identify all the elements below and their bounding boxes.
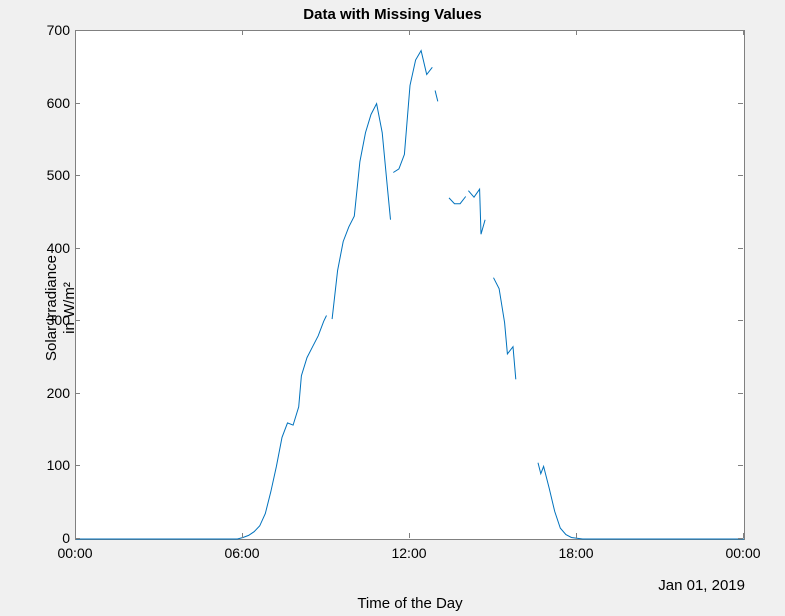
y-tick-label: 200 bbox=[20, 385, 70, 401]
x-tick-label: 06:00 bbox=[224, 545, 259, 561]
y-tick-label: 700 bbox=[20, 22, 70, 38]
x-tick-label: 12:00 bbox=[391, 545, 426, 561]
date-annotation: Jan 01, 2019 bbox=[658, 577, 745, 594]
chart-container: Data with Missing Values 010020030040050… bbox=[0, 0, 785, 616]
y-tick-label: 0 bbox=[20, 530, 70, 546]
y-tick-label: 100 bbox=[20, 457, 70, 473]
x-tick-label: 00:00 bbox=[57, 545, 92, 561]
x-tick-label: 00:00 bbox=[725, 545, 760, 561]
y-tick-label: 500 bbox=[20, 167, 70, 183]
x-tick-label: 18:00 bbox=[558, 545, 593, 561]
line-series bbox=[76, 31, 744, 539]
y-axis-label: Solar Irradiance in W/m² bbox=[43, 255, 79, 361]
y-tick-label: 600 bbox=[20, 95, 70, 111]
chart-title: Data with Missing Values bbox=[0, 6, 785, 23]
plot-area bbox=[75, 30, 745, 540]
y-tick-label: 400 bbox=[20, 240, 70, 256]
x-axis-label: Time of the Day bbox=[75, 595, 745, 612]
